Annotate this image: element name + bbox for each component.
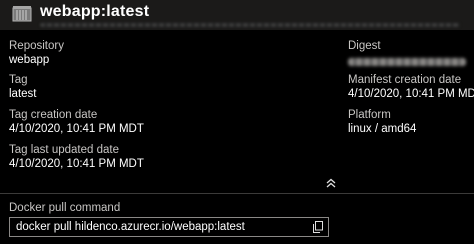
- page-title: webapp:latest: [40, 3, 150, 20]
- double-chevron-up-icon: [326, 178, 336, 188]
- repository-label: Repository: [9, 40, 64, 52]
- digest-label: Digest: [348, 40, 381, 52]
- copy-icon: [313, 221, 323, 233]
- section-divider: [0, 193, 474, 194]
- platform-label: Platform: [348, 109, 391, 121]
- docker-pull-command-field[interactable]: docker pull hildenco.azurecr.io/webapp:l…: [9, 217, 329, 237]
- docker-pull-label: Docker pull command: [9, 202, 121, 214]
- manifest-creation-date-value: 4/10/2020, 10:41 PM MDT: [348, 88, 474, 100]
- copy-button[interactable]: [311, 220, 325, 234]
- manifest-creation-date-label: Manifest creation date: [348, 74, 462, 86]
- tag-last-updated-value: 4/10/2020, 10:41 PM MDT: [9, 158, 144, 170]
- tag-label: Tag: [9, 74, 28, 86]
- digest-value-redacted: [348, 58, 466, 66]
- tag-creation-date-value: 4/10/2020, 10:41 PM MDT: [9, 123, 144, 135]
- repository-value: webapp: [9, 54, 50, 66]
- tag-creation-date-label: Tag creation date: [9, 109, 98, 121]
- platform-value: linux / amd64: [348, 123, 417, 135]
- page-header: webapp:latest: [0, 0, 474, 30]
- container-image-icon: [12, 5, 32, 23]
- collapse-button[interactable]: [324, 176, 338, 190]
- tag-last-updated-label: Tag last updated date: [9, 144, 119, 156]
- docker-pull-command-text[interactable]: docker pull hildenco.azurecr.io/webapp:l…: [16, 221, 245, 233]
- redacted-subtitle: [40, 23, 460, 27]
- tag-value: latest: [9, 88, 37, 100]
